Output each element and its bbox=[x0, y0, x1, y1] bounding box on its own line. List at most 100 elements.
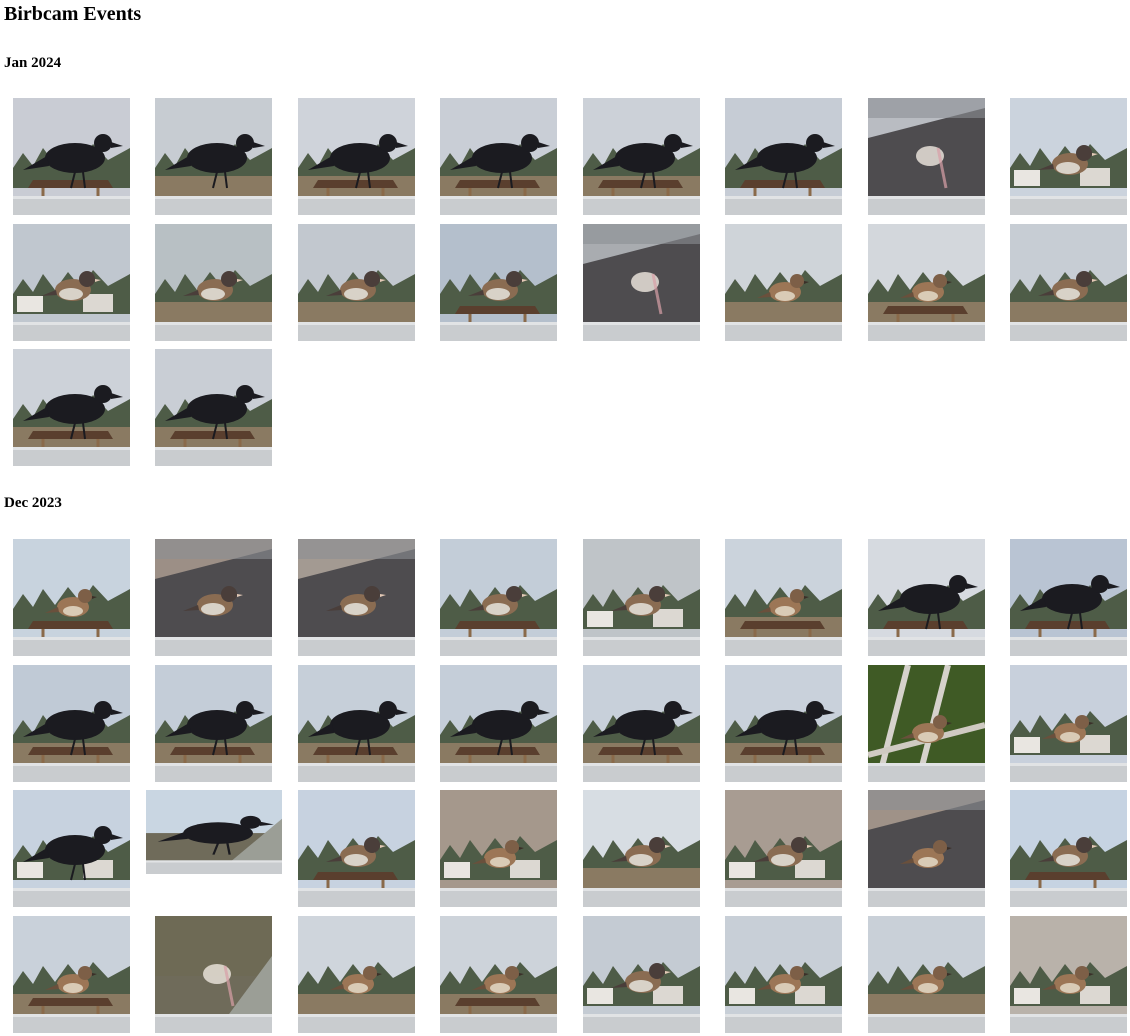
event-thumbnail[interactable] bbox=[1010, 224, 1127, 341]
event-snapshot bbox=[440, 224, 557, 341]
event-snapshot bbox=[868, 790, 985, 907]
event-snapshot bbox=[583, 224, 700, 341]
event-thumbnail[interactable] bbox=[725, 790, 842, 907]
event-thumbnail[interactable] bbox=[298, 790, 415, 907]
event-thumbnail[interactable] bbox=[725, 224, 842, 341]
event-snapshot bbox=[1010, 224, 1127, 341]
event-thumbnail[interactable] bbox=[155, 98, 272, 215]
event-thumbnail[interactable] bbox=[155, 539, 272, 656]
event-snapshot bbox=[868, 665, 985, 782]
event-thumbnail[interactable] bbox=[440, 224, 557, 341]
event-snapshot bbox=[13, 349, 130, 466]
event-thumbnail[interactable] bbox=[1010, 790, 1127, 907]
event-snapshot bbox=[725, 539, 842, 656]
event-snapshot bbox=[13, 665, 130, 782]
event-thumbnail[interactable] bbox=[440, 790, 557, 907]
event-snapshot bbox=[583, 539, 700, 656]
event-thumbnail[interactable] bbox=[13, 224, 130, 341]
event-thumbnail[interactable] bbox=[583, 98, 700, 215]
event-thumbnail[interactable] bbox=[868, 916, 985, 1033]
event-snapshot bbox=[440, 98, 557, 215]
event-snapshot bbox=[298, 539, 415, 656]
event-thumbnail[interactable] bbox=[440, 916, 557, 1033]
month-heading-jan-2024: Jan 2024 bbox=[4, 55, 62, 71]
event-thumbnail[interactable] bbox=[583, 916, 700, 1033]
event-thumbnail[interactable] bbox=[583, 665, 700, 782]
event-snapshot bbox=[155, 916, 272, 1033]
event-snapshot bbox=[868, 98, 985, 215]
event-thumbnail[interactable] bbox=[298, 98, 415, 215]
event-snapshot bbox=[13, 539, 130, 656]
event-thumbnail[interactable] bbox=[868, 98, 985, 215]
event-thumbnail[interactable] bbox=[298, 539, 415, 656]
event-snapshot bbox=[1010, 665, 1127, 782]
event-thumbnail[interactable] bbox=[298, 224, 415, 341]
event-snapshot bbox=[13, 916, 130, 1033]
event-thumbnail[interactable] bbox=[1010, 665, 1127, 782]
event-snapshot bbox=[725, 224, 842, 341]
event-thumbnail[interactable] bbox=[725, 916, 842, 1033]
event-snapshot bbox=[1010, 790, 1127, 907]
event-snapshot bbox=[298, 916, 415, 1033]
event-snapshot bbox=[725, 98, 842, 215]
event-snapshot bbox=[440, 665, 557, 782]
event-snapshot bbox=[583, 790, 700, 907]
event-thumbnail[interactable] bbox=[725, 665, 842, 782]
event-snapshot bbox=[440, 539, 557, 656]
event-thumbnail[interactable] bbox=[440, 665, 557, 782]
event-snapshot bbox=[298, 790, 415, 907]
event-snapshot bbox=[155, 224, 272, 341]
event-snapshot bbox=[298, 224, 415, 341]
event-thumbnail[interactable] bbox=[440, 98, 557, 215]
event-snapshot bbox=[155, 539, 272, 656]
event-snapshot bbox=[13, 790, 130, 907]
event-snapshot bbox=[583, 916, 700, 1033]
event-thumbnail[interactable] bbox=[583, 539, 700, 656]
page-title: Birbcam Events bbox=[4, 3, 142, 25]
event-snapshot bbox=[440, 916, 557, 1033]
event-thumbnail[interactable] bbox=[868, 224, 985, 341]
event-thumbnail[interactable] bbox=[13, 916, 130, 1033]
event-thumbnail[interactable] bbox=[155, 224, 272, 341]
event-snapshot bbox=[725, 665, 842, 782]
event-thumbnail[interactable] bbox=[155, 665, 272, 782]
event-thumbnail[interactable] bbox=[725, 539, 842, 656]
event-thumbnail[interactable] bbox=[13, 790, 130, 907]
event-thumbnail[interactable] bbox=[1010, 539, 1127, 656]
event-snapshot bbox=[868, 916, 985, 1033]
event-snapshot bbox=[1010, 539, 1127, 656]
month-heading-dec-2023: Dec 2023 bbox=[4, 495, 62, 511]
event-thumbnail[interactable] bbox=[13, 665, 130, 782]
event-snapshot bbox=[13, 224, 130, 341]
event-thumbnail[interactable] bbox=[146, 790, 282, 874]
event-snapshot bbox=[725, 916, 842, 1033]
event-snapshot bbox=[583, 98, 700, 215]
event-thumbnail[interactable] bbox=[583, 224, 700, 341]
event-thumbnail[interactable] bbox=[868, 539, 985, 656]
event-thumbnail[interactable] bbox=[440, 539, 557, 656]
event-snapshot bbox=[868, 224, 985, 341]
event-snapshot bbox=[155, 349, 272, 466]
event-thumbnail[interactable] bbox=[13, 349, 130, 466]
event-snapshot bbox=[155, 98, 272, 215]
event-thumbnail[interactable] bbox=[13, 98, 130, 215]
event-thumbnail[interactable] bbox=[155, 916, 272, 1033]
event-thumbnail[interactable] bbox=[13, 539, 130, 656]
event-thumbnail[interactable] bbox=[298, 916, 415, 1033]
event-snapshot bbox=[146, 790, 282, 874]
event-snapshot bbox=[868, 539, 985, 656]
event-snapshot bbox=[1010, 98, 1127, 215]
event-thumbnail[interactable] bbox=[868, 790, 985, 907]
event-thumbnail[interactable] bbox=[155, 349, 272, 466]
event-thumbnail[interactable] bbox=[868, 665, 985, 782]
event-thumbnail[interactable] bbox=[725, 98, 842, 215]
event-snapshot bbox=[583, 665, 700, 782]
event-thumbnail[interactable] bbox=[1010, 98, 1127, 215]
event-thumbnail[interactable] bbox=[298, 665, 415, 782]
event-thumbnail[interactable] bbox=[583, 790, 700, 907]
event-thumbnail[interactable] bbox=[1010, 916, 1127, 1033]
event-snapshot bbox=[13, 98, 130, 215]
event-snapshot bbox=[725, 790, 842, 907]
event-snapshot bbox=[298, 665, 415, 782]
event-snapshot bbox=[440, 790, 557, 907]
